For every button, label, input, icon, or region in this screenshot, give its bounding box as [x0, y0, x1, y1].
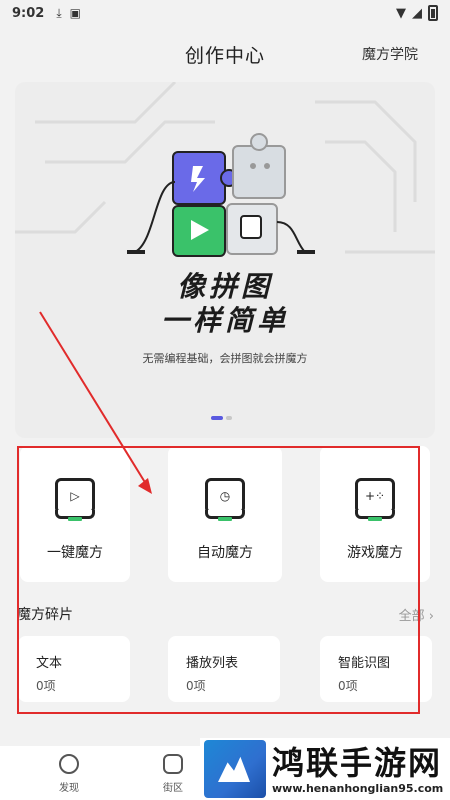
tab-label: 街区	[163, 783, 183, 794]
watermark-url: www.henanhonglian95.com	[272, 781, 444, 795]
tab-community[interactable]: 街区	[148, 754, 198, 794]
alien-icon	[59, 754, 79, 774]
tab-discover[interactable]: 发现	[44, 754, 94, 794]
tab-label: 发现	[59, 783, 79, 794]
chat-icon	[163, 754, 183, 774]
watermark-logo-icon	[204, 740, 266, 798]
site-watermark: 鸿联手游网 www.henanhonglian95.com	[200, 738, 450, 800]
watermark-title: 鸿联手游网	[272, 743, 443, 782]
annotation-arrow	[39, 311, 152, 494]
